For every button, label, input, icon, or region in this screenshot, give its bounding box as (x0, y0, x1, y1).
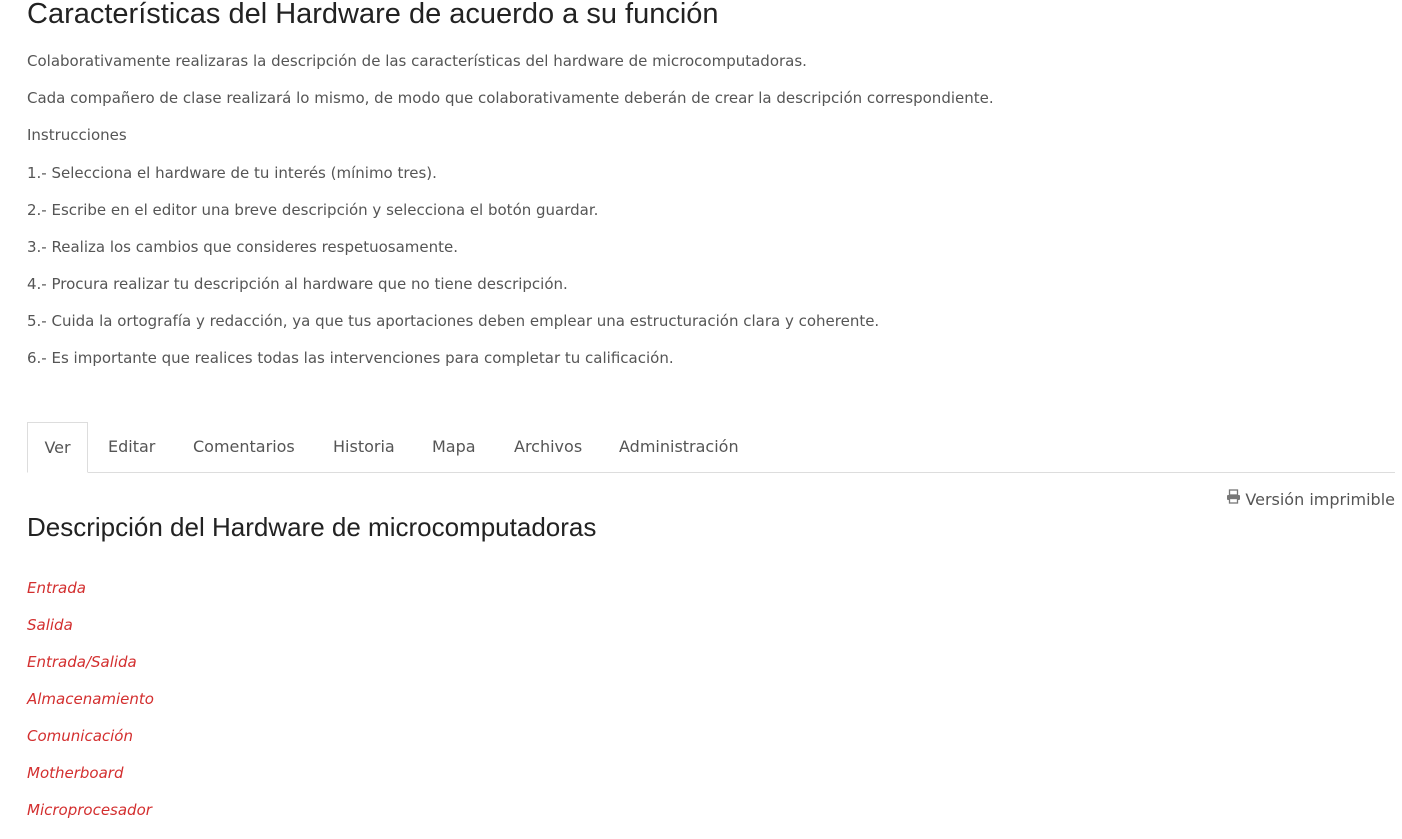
hardware-link-entrada[interactable]: Entrada (27, 578, 86, 598)
instructions-heading: Instrucciones (27, 126, 127, 144)
instruction-step-2: 2.- Escribe en el editor una breve descr… (27, 201, 599, 219)
intro-paragraph-2: Cada compañero de clase realizará lo mis… (27, 89, 994, 107)
instruction-step-4: 4.- Procura realizar tu descripción al h… (27, 275, 568, 293)
tab-ver[interactable]: Ver (27, 422, 88, 473)
hardware-link-almacenamiento[interactable]: Almacenamiento (27, 689, 154, 709)
hardware-link-comunicacion[interactable]: Comunicación (27, 726, 133, 746)
hardware-link-microprocesador[interactable]: Microprocesador (27, 800, 152, 820)
instruction-step-3: 3.- Realiza los cambios que consideres r… (27, 238, 459, 256)
wiki-tabs: Ver Editar Comentarios Historia Mapa Arc… (27, 422, 1395, 473)
printer-icon (1226, 488, 1241, 510)
tab-historia[interactable]: Historia (333, 422, 395, 472)
tab-editar[interactable]: Editar (108, 422, 155, 472)
page-title: Características del Hardware de acuerdo … (27, 0, 719, 30)
hardware-link-motherboard[interactable]: Motherboard (27, 763, 123, 783)
intro-paragraph-1: Colaborativamente realizaras la descripc… (27, 52, 807, 70)
section-title: Descripción del Hardware de microcomputa… (27, 512, 597, 542)
instruction-step-5: 5.- Cuida la ortografía y redacción, ya … (27, 312, 880, 330)
tab-comentarios[interactable]: Comentarios (193, 422, 295, 472)
instruction-step-1: 1.- Selecciona el hardware de tu interés… (27, 164, 437, 182)
tab-archivos[interactable]: Archivos (514, 422, 582, 472)
instruction-step-6: 6.- Es importante que realices todas las… (27, 349, 674, 367)
page-content: Características del Hardware de acuerdo … (27, 0, 1395, 839)
tab-administracion[interactable]: Administración (619, 422, 739, 472)
printable-version-link[interactable]: Versión imprimible (1226, 488, 1395, 512)
hardware-link-salida[interactable]: Salida (27, 615, 73, 635)
tab-mapa[interactable]: Mapa (432, 422, 476, 472)
printable-version-label: Versión imprimible (1245, 490, 1395, 509)
hardware-link-entrada-salida[interactable]: Entrada/Salida (27, 652, 137, 672)
